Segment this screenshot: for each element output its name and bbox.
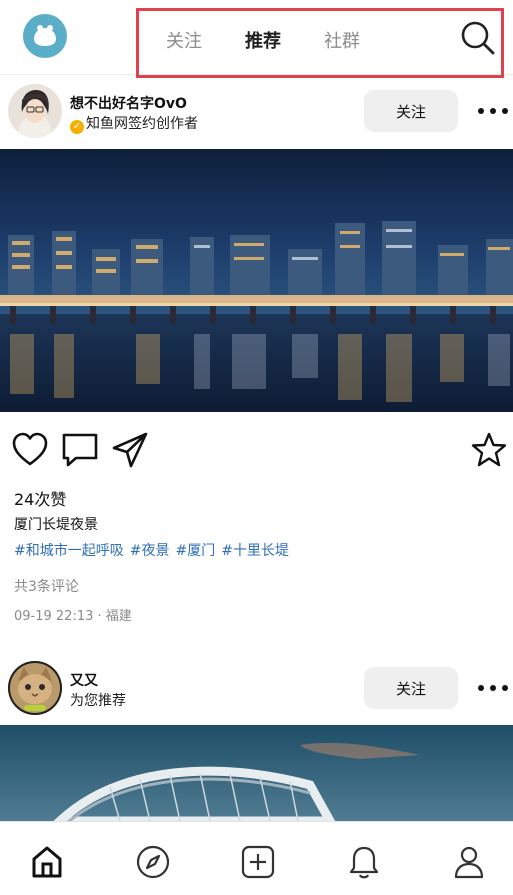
star-icon[interactable] [470, 431, 508, 469]
follow-button[interactable]: 关注 [364, 90, 458, 132]
search-icon[interactable] [460, 20, 496, 56]
tab-following[interactable]: 关注 [166, 27, 202, 53]
username[interactable]: 又又 [70, 670, 98, 690]
tab-community[interactable]: 社群 [324, 27, 360, 53]
post-image-bridge-dusk[interactable] [0, 725, 513, 821]
hashtag-list: #和城市一起呼吸 #夜景 #厦门 #十里长堤 [14, 540, 295, 560]
follow-button[interactable]: 关注 [364, 667, 458, 709]
username[interactable]: 想不出好名字OvO [70, 93, 187, 113]
home-icon[interactable] [29, 844, 65, 880]
post-time: 09-19 22:13 [14, 609, 94, 624]
profile-icon[interactable] [451, 844, 487, 880]
comment-icon[interactable] [61, 431, 99, 469]
meta-separator: · [97, 609, 102, 624]
more-dots-icon[interactable] [476, 105, 510, 117]
avatar[interactable] [8, 84, 62, 138]
send-icon[interactable] [111, 431, 149, 469]
post-caption: 厦门长堤夜景 [14, 517, 98, 533]
creator-label: 知鱼网签约创作者 [86, 116, 198, 132]
top-header: 关注 推荐 社群 [0, 0, 513, 78]
comment-count-link[interactable]: 共3条评论 [14, 576, 79, 596]
post-header: 又又 为您推荐 关注 [0, 661, 513, 723]
heart-icon[interactable] [11, 431, 49, 469]
creator-badge: ✓ 知鱼网签约创作者 [70, 113, 198, 134]
tab-recommended[interactable]: 推荐 [245, 27, 281, 53]
hashtag-link[interactable]: #十里长堤 [221, 543, 289, 559]
bottom-navigation [0, 821, 513, 895]
recommendation-label: 为您推荐 [70, 693, 126, 709]
like-count[interactable]: 24次赞 [14, 486, 66, 510]
post-image-night-skyline[interactable] [0, 149, 513, 412]
fish-logo-icon[interactable] [23, 14, 67, 58]
hashtag-link[interactable]: #夜景 [130, 543, 170, 559]
post-header: 想不出好名字OvO ✓ 知鱼网签约创作者 关注 [0, 84, 513, 146]
avatar[interactable] [8, 661, 62, 715]
hashtag-link[interactable]: #厦门 [175, 543, 215, 559]
notifications-bell-icon[interactable] [346, 844, 382, 880]
more-dots-icon[interactable] [476, 682, 510, 694]
post-meta: 09-19 22:13 · 福建 [14, 605, 132, 624]
verified-check-icon: ✓ [70, 120, 84, 134]
discover-compass-icon[interactable] [135, 844, 171, 880]
post-location: 福建 [105, 609, 132, 624]
create-plus-icon[interactable] [240, 844, 276, 880]
hashtag-link[interactable]: #和城市一起呼吸 [14, 543, 124, 559]
